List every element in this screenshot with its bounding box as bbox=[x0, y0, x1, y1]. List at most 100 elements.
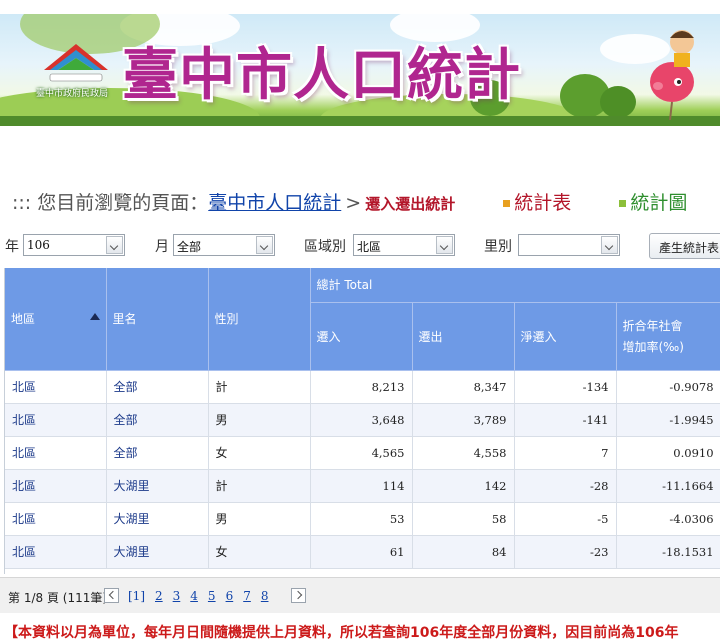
page-link[interactable]: 6 bbox=[226, 589, 234, 603]
cell-district: 北區 bbox=[5, 436, 107, 470]
cell-net: -23 bbox=[514, 535, 617, 569]
breadcrumb: ::: 您目前瀏覽的頁面：臺中市人口統計 > 遷入遷出統計 統計表 統計圖 bbox=[12, 188, 720, 218]
chevron-down-icon bbox=[601, 236, 618, 254]
chevron-down-icon bbox=[256, 236, 273, 254]
village-select[interactable] bbox=[518, 234, 620, 256]
cell-rate: -0.9078 bbox=[616, 370, 720, 404]
page-link[interactable]: [1] bbox=[128, 589, 145, 603]
district-select[interactable]: 北區 bbox=[353, 234, 455, 256]
page-link[interactable]: 7 bbox=[243, 589, 251, 603]
cell-sex: 女 bbox=[208, 436, 311, 470]
col-header-district-label: 地區 bbox=[11, 312, 36, 327]
table-row[interactable]: 北區 全部女 4,565 4,558 7 0.0910 bbox=[5, 436, 720, 470]
cell-in: 53 bbox=[310, 502, 413, 536]
cell-village: 大湖里 bbox=[106, 535, 209, 569]
next-page-button[interactable] bbox=[291, 588, 306, 603]
page-link[interactable]: 5 bbox=[208, 589, 216, 603]
village-label: 里別 bbox=[484, 239, 512, 255]
grass-strip bbox=[0, 116, 720, 126]
cell-district: 北區 bbox=[5, 502, 107, 536]
bullet-icon bbox=[619, 200, 627, 207]
year-select[interactable]: 106 bbox=[23, 234, 125, 256]
cell-in: 8,213 bbox=[310, 370, 413, 404]
cell-village: 大湖里 bbox=[106, 469, 209, 503]
cell-out: 142 bbox=[412, 469, 515, 503]
tab-stats-chart-label: 統計圖 bbox=[630, 192, 688, 214]
table-row[interactable]: 北區 大湖里女 61 84 -23 -18.1531 bbox=[5, 535, 720, 569]
col-header-out[interactable]: 遷出 bbox=[412, 302, 515, 371]
page-link[interactable]: 3 bbox=[173, 589, 181, 603]
generate-table-button[interactable]: 產生統計表 bbox=[649, 233, 720, 259]
col-header-district[interactable]: 地區 bbox=[5, 268, 107, 371]
col-header-in[interactable]: 遷入 bbox=[310, 302, 413, 371]
table-row[interactable]: 北區 全部計 8,213 8,347 -134 -0.9078 bbox=[5, 370, 720, 404]
cell-district: 北區 bbox=[5, 403, 107, 437]
cell-rate: 0.0910 bbox=[616, 436, 720, 470]
col-header-rate-line1: 折合年社會 bbox=[622, 319, 683, 333]
cell-in: 61 bbox=[310, 535, 413, 569]
cell-village: 全部 bbox=[106, 403, 209, 437]
cell-out: 84 bbox=[412, 535, 515, 569]
cell-in: 114 bbox=[310, 469, 413, 503]
breadcrumb-home-link[interactable]: 臺中市人口統計 bbox=[208, 192, 341, 214]
cell-out: 3,789 bbox=[412, 403, 515, 437]
col-header-rate[interactable]: 折合年社會 增加率(‰) bbox=[616, 302, 720, 371]
cell-rate: -11.1664 bbox=[616, 469, 720, 503]
footer-note: 【本資料以月為單位，每年月日間隨機提供上月資料，所以若查詢106年度全部月份資料… bbox=[4, 625, 679, 641]
cell-sex: 男 bbox=[208, 403, 311, 437]
bullet-icon bbox=[503, 200, 511, 207]
site-banner: 臺中市政府民政局 臺中市人口統計 bbox=[0, 14, 720, 126]
cell-net: -28 bbox=[514, 469, 617, 503]
tab-stats-chart[interactable]: 統計圖 bbox=[619, 192, 687, 214]
table-row[interactable]: 北區 大湖里男 53 58 -5 -4.0306 bbox=[5, 502, 720, 536]
cell-in: 3,648 bbox=[310, 403, 413, 437]
month-select[interactable]: 全部 bbox=[173, 234, 275, 256]
district-select-value: 北區 bbox=[357, 240, 382, 254]
month-label: 月 bbox=[155, 239, 169, 255]
cell-rate: -4.0306 bbox=[616, 502, 720, 536]
taichung-city-logo-icon bbox=[44, 44, 108, 82]
cell-out: 58 bbox=[412, 502, 515, 536]
cell-sex: 男 bbox=[208, 502, 311, 536]
pager-info: 第 1/8 頁 (111筆) bbox=[8, 591, 108, 605]
col-header-net[interactable]: 淨遷入 bbox=[514, 302, 617, 371]
month-select-value: 全部 bbox=[177, 240, 202, 254]
chevron-down-icon bbox=[106, 236, 123, 254]
col-group-total: 總計 Total bbox=[310, 268, 720, 303]
cell-sex: 計 bbox=[208, 469, 311, 503]
prev-page-button[interactable] bbox=[104, 588, 119, 603]
col-header-sex[interactable]: 性別 bbox=[208, 268, 311, 371]
cell-net: -5 bbox=[514, 502, 617, 536]
col-header-village[interactable]: 里名 bbox=[106, 268, 209, 371]
pager: 第 1/8 頁 (111筆) [1] 2 3 4 5 6 7 8 bbox=[0, 577, 720, 613]
tab-stats-table-label: 統計表 bbox=[514, 192, 572, 214]
sort-ascending-icon[interactable] bbox=[89, 313, 100, 321]
page-links: [1] 2 3 4 5 6 7 8 bbox=[128, 589, 278, 603]
cell-district: 北區 bbox=[5, 370, 107, 404]
page-link[interactable]: 4 bbox=[190, 589, 198, 603]
site-title: 臺中市人口統計 bbox=[122, 43, 521, 108]
table-body: 北區 全部計 8,213 8,347 -134 -0.9078 北區 全部男 3,648 3,78… bbox=[5, 370, 720, 569]
cell-sex: 計 bbox=[208, 370, 311, 404]
mascot-icon bbox=[650, 30, 694, 120]
page-link[interactable]: 2 bbox=[155, 589, 163, 603]
cell-sex: 女 bbox=[208, 535, 311, 569]
table-row[interactable]: 北區 大湖里計 114 142 -28 -11.1664 bbox=[5, 469, 720, 503]
page-link[interactable]: 8 bbox=[261, 589, 269, 603]
breadcrumb-current: 遷入遷出統計 bbox=[365, 195, 456, 213]
cell-village: 全部 bbox=[106, 436, 209, 470]
year-label: 年 bbox=[5, 239, 19, 255]
cell-net: 7 bbox=[514, 436, 617, 470]
district-label: 區域別 bbox=[304, 239, 346, 255]
cell-district: 北區 bbox=[5, 469, 107, 503]
cell-net: -134 bbox=[514, 370, 617, 404]
year-select-value: 106 bbox=[27, 238, 50, 252]
tab-stats-table[interactable]: 統計表 bbox=[503, 192, 571, 214]
table-row[interactable]: 北區 全部男 3,648 3,789 -141 -1.9945 bbox=[5, 403, 720, 437]
breadcrumb-prefix: ::: 您目前瀏覽的頁面： bbox=[12, 192, 209, 214]
chevron-down-icon bbox=[436, 236, 453, 254]
cell-net: -141 bbox=[514, 403, 617, 437]
filter-bar: 年 106 月 全部 區域別 北區 里別 產生統計表 bbox=[0, 233, 720, 259]
cell-in: 4,565 bbox=[310, 436, 413, 470]
cell-district: 北區 bbox=[5, 535, 107, 569]
